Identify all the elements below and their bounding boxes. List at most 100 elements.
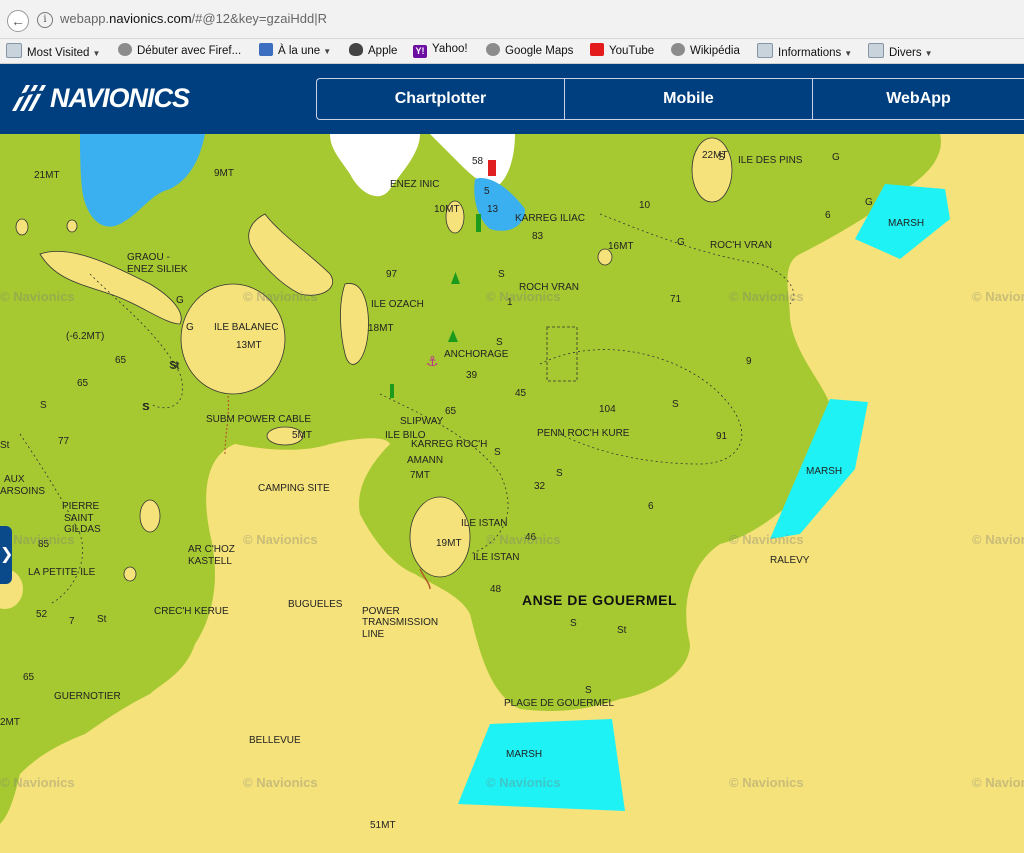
sounding: S (496, 337, 503, 348)
bookmark-wikipedia[interactable]: Wikipédia (671, 43, 740, 57)
chevron-down-icon: ▼ (924, 49, 933, 58)
map-label: ENEZ SILIEK (127, 264, 188, 275)
bookmarks-bar: Most Visited ▼ Débuter avec Firef... À la… (0, 39, 1024, 64)
map-label: 19MT (436, 538, 462, 549)
sounding: 77 (58, 436, 70, 447)
sounding: 52 (36, 609, 48, 620)
sounding: 104 (599, 404, 616, 415)
navionics-logo[interactable]: NAVIONICS (8, 81, 208, 115)
sounding: S (672, 399, 679, 410)
bookmark-label: Yahoo! (432, 43, 468, 55)
bookmark-informations[interactable]: Informations ▼ (757, 43, 852, 59)
map-label: 7MT (410, 470, 430, 481)
sounding: 10 (639, 200, 651, 211)
sounding: 45 (515, 388, 527, 399)
map-label: MARSH (506, 749, 543, 760)
map-label: ILE BALANEC (214, 322, 279, 333)
map-label: MARSH (888, 218, 925, 229)
sounding: 13 (487, 204, 499, 215)
apple-icon (349, 43, 363, 56)
sounding: S (718, 152, 725, 163)
watermark: © Navionics (972, 289, 1024, 304)
sounding: 39 (466, 370, 478, 381)
bookmark-youtube[interactable]: YouTube (590, 43, 654, 57)
sounding: 83 (532, 231, 544, 242)
nautical-chart-map[interactable]: ⚓ ILE DES PINS 22MT KARREG ILIAC ROC'H V… (0, 134, 1024, 853)
bookmark-a-la-une[interactable]: À la une ▼ (259, 43, 331, 57)
map-label: MARSH (806, 466, 843, 477)
map-label: KASTELL (188, 556, 232, 567)
site-header: NAVIONICS Chartplotter Mobile WebApp (0, 64, 1024, 134)
nav-webapp[interactable]: WebApp (813, 79, 1024, 119)
bookmark-folder-icon (757, 43, 773, 58)
map-label: AR C'HOZ (188, 544, 235, 555)
map-label: SUBM POWER CABLE (206, 414, 312, 425)
url-path: /#@12&key=gzaiHdd|R (191, 11, 327, 26)
side-panel-toggle[interactable]: ❯ (0, 526, 13, 584)
sounding: S (570, 618, 577, 629)
url-field[interactable]: webapp.navionics.com/#@12&key=gzaiHdd|R (60, 11, 327, 26)
sounding: 58 (472, 156, 484, 167)
sounding: 7 (69, 616, 75, 627)
map-label: ILE OZACH (371, 299, 424, 310)
map-label: 18MT (368, 323, 394, 334)
bookmark-firefox[interactable]: Débuter avec Firef... (118, 43, 241, 57)
sounding: St (97, 614, 107, 625)
map-label: ROC'H VRAN (710, 240, 772, 251)
sounding: 6 (648, 501, 654, 512)
area-title-label: ANSE DE GOUERMEL (522, 592, 678, 608)
map-label: AMANN (407, 455, 444, 466)
back-arrow-icon[interactable]: ← (7, 10, 29, 32)
sounding: 32 (534, 481, 546, 492)
bookmark-label: Google Maps (505, 45, 574, 57)
map-label: ILE ISTAN (461, 518, 508, 529)
url-prefix: webapp. (60, 11, 110, 26)
browser-url-bar: ← i webapp.navionics.com/#@12&key=gzaiHd… (0, 0, 1024, 39)
chevron-down-icon: ▼ (844, 49, 853, 58)
bookmark-divers[interactable]: Divers ▼ (868, 43, 933, 59)
sounding: St (617, 625, 627, 636)
info-icon[interactable]: i (37, 12, 53, 28)
map-label: GUERNOTIER (54, 691, 121, 702)
nav-mobile[interactable]: Mobile (565, 79, 813, 119)
nav-chartplotter[interactable]: Chartplotter (317, 79, 565, 119)
sounding: S (556, 468, 563, 479)
sounding: 91 (716, 431, 728, 442)
watermark: © Navionics (243, 532, 318, 547)
site-nav: Chartplotter Mobile WebApp (316, 78, 1024, 120)
watermark: © Navionics (972, 775, 1024, 790)
yahoo-icon: Y! (413, 45, 427, 58)
map-label: KARREG ROC'H (411, 439, 488, 450)
sounding: G (176, 295, 184, 306)
sounding: S (498, 269, 505, 280)
bookmark-most-visited[interactable]: Most Visited ▼ (6, 43, 100, 59)
watermark: © Navionics (486, 289, 561, 304)
bookmark-folder-icon (868, 43, 884, 58)
sounding: 9 (746, 356, 752, 367)
sounding: St (170, 361, 180, 372)
chart-canvas: ⚓ (0, 134, 1024, 853)
bookmark-apple[interactable]: Apple (349, 43, 397, 57)
bookmark-yahoo[interactable]: Y! Yahoo! (413, 43, 468, 58)
bookmark-label: Wikipédia (690, 45, 740, 57)
sounding: G (677, 237, 685, 248)
map-label: POWER (362, 606, 400, 617)
bookmark-label: Apple (368, 45, 398, 57)
bookmark-label: Most Visited (27, 47, 90, 59)
map-label: ARSOINS (0, 486, 46, 497)
sounding: 65 (77, 378, 89, 389)
map-label: 16MT (608, 241, 634, 252)
globe-icon (118, 43, 132, 56)
watermark: © Navionics (243, 289, 318, 304)
bookmark-google-maps[interactable]: Google Maps (486, 43, 573, 57)
watermark: © Navionics (243, 775, 318, 790)
sounding: 65 (445, 406, 457, 417)
map-label: 2MT (0, 717, 20, 728)
sounding: 6 (825, 210, 831, 221)
bookmark-label: Divers (889, 47, 922, 59)
watermark: © Navionics (486, 775, 561, 790)
rss-icon (259, 43, 273, 56)
map-label: TRANSMISSION (362, 617, 439, 628)
bookmark-label: Débuter avec Firef... (137, 45, 242, 57)
sounding: 65 (115, 355, 127, 366)
